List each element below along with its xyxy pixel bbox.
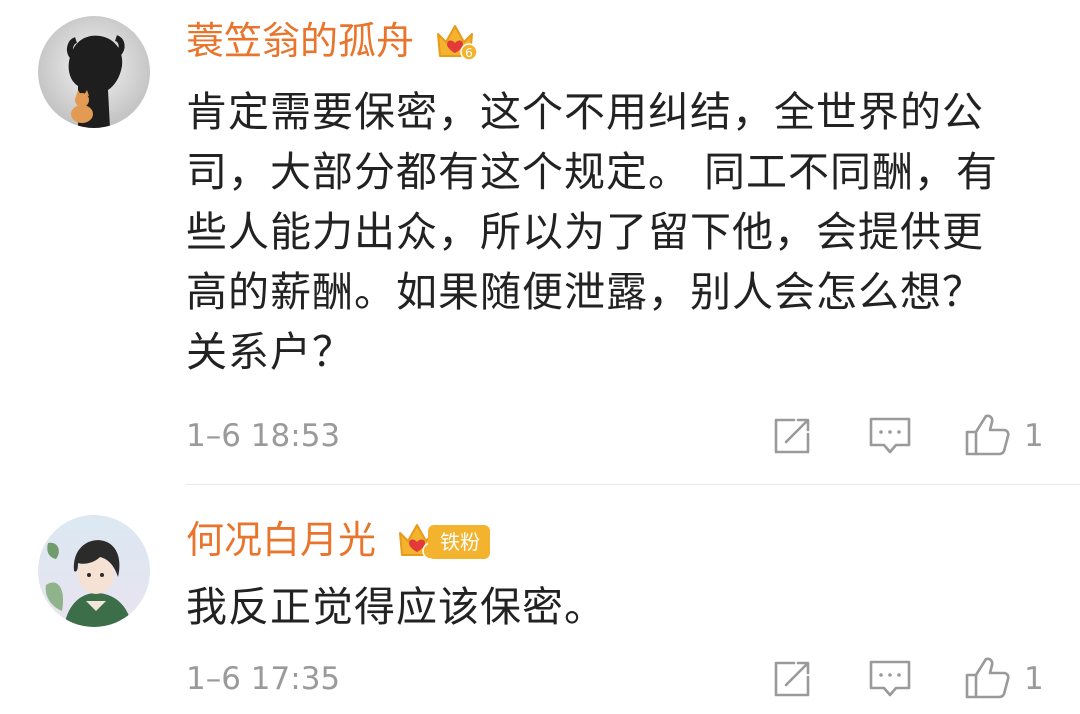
avatar[interactable] xyxy=(38,16,150,128)
comment-icon[interactable] xyxy=(868,659,912,703)
share-icon[interactable] xyxy=(772,416,812,460)
comment-content-line: 肯定需要保密，这个不用纠结，全世界的公 xyxy=(186,88,984,136)
username[interactable]: 蓑笠翁的孤舟 xyxy=(186,18,414,64)
username[interactable]: 何况白月光 xyxy=(186,517,376,563)
thumbs-up-icon[interactable] xyxy=(964,655,1010,705)
comment-content-line: 关系户？ xyxy=(186,328,354,376)
comment-content-line: 司，大部分都有这个规定。 同工不同酬，有 xyxy=(186,148,999,196)
crown-badge-icon[interactable]: 6 xyxy=(432,20,478,66)
comment-content: 肯定需要保密，这个不用纠结，全世界的公 司，大部分都有这个规定。 同工不同酬，有… xyxy=(186,82,1046,382)
comment-item: 蓑笠翁的孤舟 6 肯定需要保密，这个不用纠结，全世界的公 司，大部分都有这个规定… xyxy=(0,0,1080,484)
thumbs-up-icon[interactable] xyxy=(964,412,1010,462)
share-icon[interactable] xyxy=(772,659,812,703)
comment-content-line: 高的薪酬。如果随便泄露，别人会怎么想？ xyxy=(186,268,984,316)
comment-content: 我反正觉得应该保密。 xyxy=(186,583,606,631)
comment-item: 何况白月光 4 铁粉 我反正觉得应该保密。 1–6 17:35 1 xyxy=(0,485,1080,714)
like-count: 1 xyxy=(1024,418,1044,454)
timestamp: 1–6 17:35 xyxy=(186,661,341,697)
avatar[interactable] xyxy=(38,515,150,627)
badge-level: 6 xyxy=(465,46,473,60)
timestamp: 1–6 18:53 xyxy=(186,418,341,454)
fan-tag-badge[interactable]: 铁粉 xyxy=(428,525,490,559)
like-count: 1 xyxy=(1024,661,1044,697)
comment-icon[interactable] xyxy=(868,416,912,460)
comment-content-line: 些人能力出众，所以为了留下他，会提供更 xyxy=(186,208,984,256)
